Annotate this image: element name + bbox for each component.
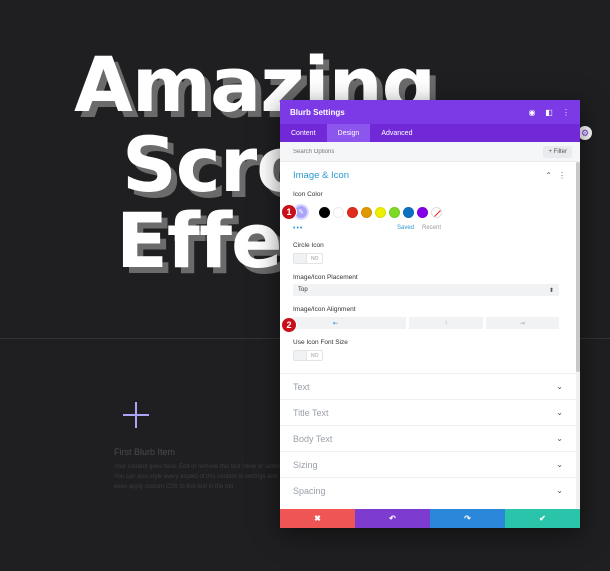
image-icon-section-header[interactable]: Image & Icon ⌃ ⋮ xyxy=(280,162,576,188)
tab-content[interactable]: Content xyxy=(280,124,327,142)
cancel-button[interactable]: ✖ xyxy=(280,509,355,528)
section-text[interactable]: Text ⌄ xyxy=(280,373,576,399)
placement-value: Top xyxy=(298,287,308,293)
section-sizing[interactable]: Sizing ⌄ xyxy=(280,451,576,477)
filter-button[interactable]: + Filter xyxy=(543,145,572,158)
search-options-input[interactable] xyxy=(293,148,544,155)
use-icon-font-size-toggle[interactable]: NO xyxy=(293,350,323,361)
chevron-up-icon[interactable]: ⌃ xyxy=(545,171,552,180)
gear-icon[interactable]: ⚙ xyxy=(578,126,592,140)
chevron-down-icon: ⌄ xyxy=(556,486,563,495)
blurb-title: First Blurb Item xyxy=(114,447,176,457)
chevron-down-icon: ⌄ xyxy=(556,434,563,443)
swatch-red[interactable] xyxy=(347,206,358,218)
search-row: + Filter xyxy=(280,142,580,162)
split-view-icon[interactable]: ◧ xyxy=(545,108,553,117)
circle-icon-toggle[interactable]: NO xyxy=(293,253,323,264)
saved-colors-tab[interactable]: Saved xyxy=(397,225,414,231)
section-label: Spacing xyxy=(293,485,326,496)
swatch-green[interactable] xyxy=(389,206,400,218)
chevron-down-icon: ⌄ xyxy=(556,408,563,417)
section-label: Sizing xyxy=(293,459,318,470)
modal-header: Blurb Settings ◉ ◧ ⋮ xyxy=(280,100,580,124)
placement-select[interactable]: Top ⬍ xyxy=(293,284,559,296)
select-arrows-icon: ⬍ xyxy=(548,287,554,294)
section-body-text[interactable]: Body Text ⌄ xyxy=(280,425,576,451)
toggle-value: NO xyxy=(311,352,319,359)
toggle-value: NO xyxy=(311,255,319,262)
recent-colors-tab[interactable]: Recent xyxy=(422,225,441,231)
tab-advanced[interactable]: Advanced xyxy=(370,124,423,142)
undo-button[interactable]: ↶ xyxy=(355,509,430,528)
plus-icon xyxy=(123,402,149,428)
align-right-icon[interactable]: ⇥ xyxy=(485,317,559,329)
alignment-label: Image/Icon Alignment xyxy=(293,306,356,313)
chevron-down-icon: ⌄ xyxy=(556,382,563,391)
redo-button[interactable]: ↷ xyxy=(430,509,505,528)
target-icon[interactable]: ◉ xyxy=(528,108,536,117)
swatch-orange[interactable] xyxy=(361,206,372,218)
blurb-settings-modal: Blurb Settings ◉ ◧ ⋮ Content Design Adva… xyxy=(280,100,580,528)
section-menu-icon[interactable]: ⋮ xyxy=(558,171,566,180)
section-label: Body Text xyxy=(293,433,333,444)
color-palette: ✎ xyxy=(280,204,576,220)
swatch-black[interactable] xyxy=(319,206,330,218)
settings-scroll-area[interactable]: Image & Icon ⌃ ⋮ Icon Color ✎ ••• Saved … xyxy=(280,162,576,508)
use-icon-font-size-label: Use Icon Font Size xyxy=(293,339,348,346)
more-colors-icon[interactable]: ••• xyxy=(293,225,393,232)
blurb-body: Your content goes here. Edit or remove t… xyxy=(114,464,288,490)
align-center-icon[interactable]: ↕ xyxy=(409,317,483,329)
section-label: Title Text xyxy=(293,407,329,418)
swatch-yellow[interactable] xyxy=(375,206,386,218)
placement-label: Image/Icon Placement xyxy=(293,274,358,281)
tab-design[interactable]: Design xyxy=(326,124,371,142)
section-title: Image & Icon xyxy=(293,169,349,181)
modal-footer: ✖ ↶ ↷ ✔ xyxy=(280,509,580,528)
step-badge-2: 2 xyxy=(281,317,297,333)
alignment-buttons: ⇤ ↕ ⇥ xyxy=(293,317,559,329)
modal-title: Blurb Settings xyxy=(290,107,345,117)
section-label: Text xyxy=(293,381,310,392)
toggle-knob xyxy=(294,254,307,263)
save-button[interactable]: ✔ xyxy=(505,509,580,528)
scrollbar-thumb[interactable] xyxy=(576,162,580,372)
chevron-down-icon: ⌄ xyxy=(556,460,563,469)
swatch-blue[interactable] xyxy=(403,206,414,218)
no-color-swatch-icon[interactable] xyxy=(431,206,442,218)
toggle-knob xyxy=(294,351,307,360)
swatch-purple[interactable] xyxy=(417,206,428,218)
modal-tabs: Content Design Advanced xyxy=(280,124,580,142)
section-title-text[interactable]: Title Text ⌄ xyxy=(280,399,576,425)
section-spacing[interactable]: Spacing ⌄ xyxy=(280,477,576,503)
swatch-white[interactable] xyxy=(333,206,344,218)
more-options-icon[interactable]: ⋮ xyxy=(562,108,570,117)
align-left-icon[interactable]: ⇤ xyxy=(293,317,407,329)
scrollbar[interactable] xyxy=(576,162,580,508)
circle-icon-label: Circle Icon xyxy=(293,242,324,249)
icon-color-label: Icon Color xyxy=(293,191,323,198)
step-badge-1: 1 xyxy=(281,204,297,220)
palette-tabs: ••• Saved Recent xyxy=(280,224,576,232)
